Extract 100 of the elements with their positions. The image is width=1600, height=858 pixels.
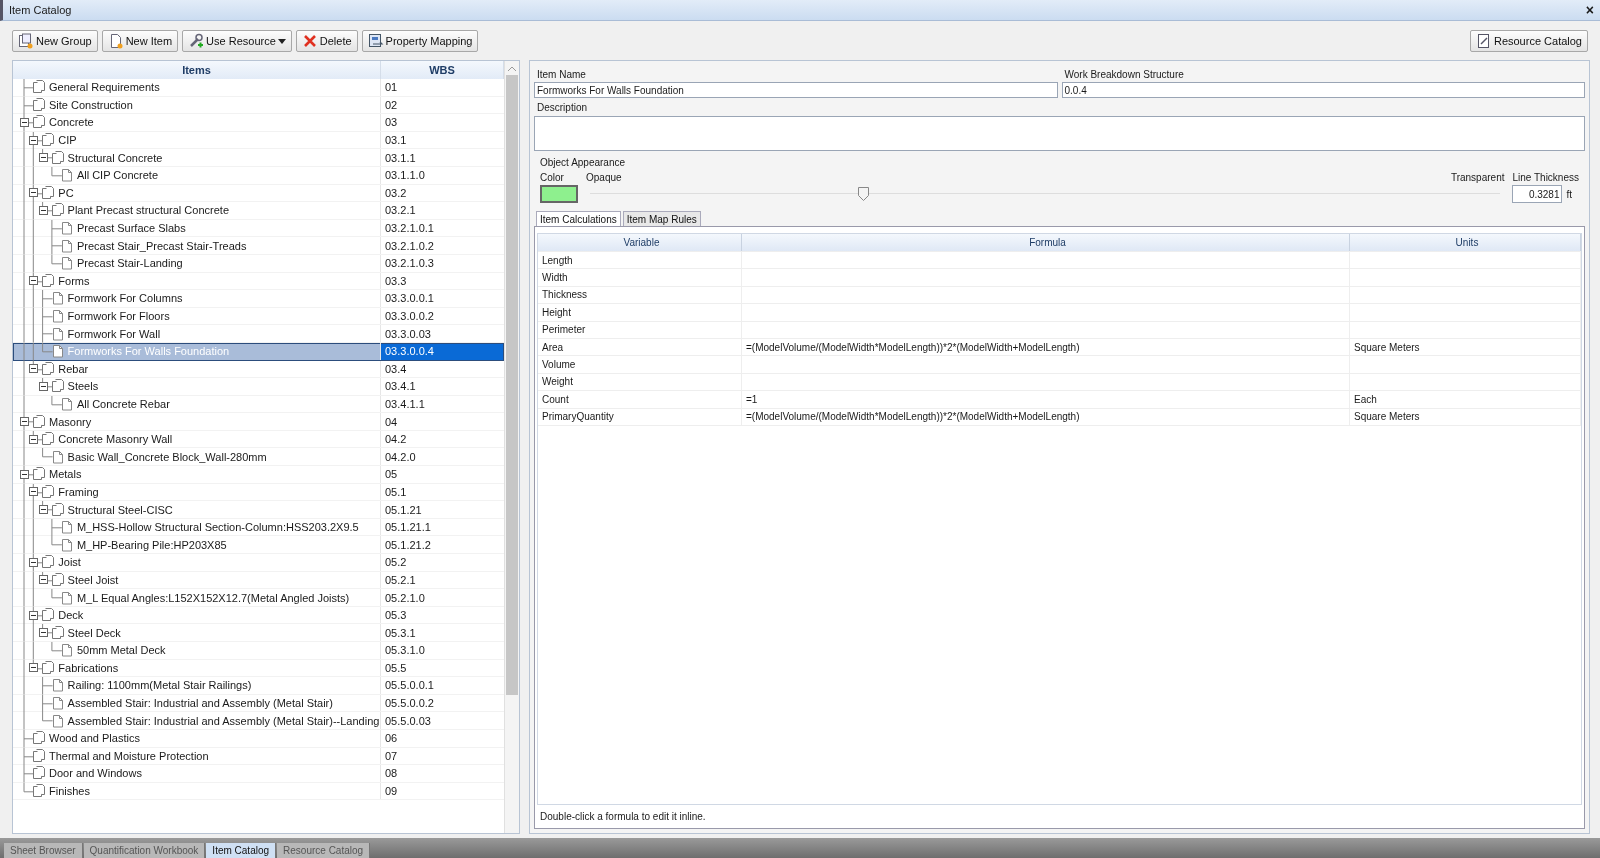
resource-catalog-button[interactable]: Resource Catalog xyxy=(1469,30,1588,52)
tree-row[interactable]: Basic Wall_Concrete Block_Wall-280mm 04.2.0 xyxy=(13,448,504,467)
tree-row[interactable]: Metals 05 xyxy=(13,466,504,484)
tree-row[interactable]: Plant Precast structural Concrete 03.2.1 xyxy=(13,202,504,220)
tree-row[interactable]: Concrete 03 xyxy=(13,114,504,132)
wbs-field[interactable]: 0.0.4 xyxy=(1061,82,1585,98)
collapse-toggle[interactable] xyxy=(29,487,39,497)
tree-row[interactable]: Rebar 03.4 xyxy=(13,360,504,379)
tree-row[interactable]: Framing 05.1 xyxy=(13,483,504,502)
tree-row[interactable]: Assembled Stair: Industrial and Assembly (Metal Stair)--Landing 05.5.0.03 xyxy=(13,712,504,730)
bottom-tab[interactable]: Sheet Browser xyxy=(4,843,83,858)
bottom-tab[interactable]: Quantification Workbook xyxy=(83,843,206,858)
description-field[interactable] xyxy=(534,116,1585,151)
collapse-toggle[interactable] xyxy=(29,557,39,567)
tree-row[interactable]: Forms 03.3 xyxy=(13,272,504,291)
collapse-toggle[interactable] xyxy=(38,381,48,391)
bottom-tab[interactable]: Resource Catalog xyxy=(277,843,371,858)
tree-item-label: Precast Stair-Landing xyxy=(76,257,183,270)
tree-row[interactable]: Deck 05.3 xyxy=(13,606,504,625)
collapse-toggle[interactable] xyxy=(38,505,48,515)
slider-thumb[interactable] xyxy=(858,187,870,201)
wbs-code: 05.3.1 xyxy=(384,625,417,641)
line-thickness-field[interactable]: 0.3281 xyxy=(1512,185,1563,203)
documents-icon xyxy=(50,150,65,165)
tree-row[interactable]: Fabrications 05.5 xyxy=(13,659,504,678)
tree-row[interactable]: Masonry 04 xyxy=(13,413,504,431)
document-icon xyxy=(50,291,65,306)
tree-item-label: Finishes xyxy=(49,785,90,798)
toolbar-button[interactable]: Property Mapping xyxy=(361,30,479,52)
collapse-toggle[interactable] xyxy=(29,135,39,145)
collapse-toggle[interactable] xyxy=(38,153,48,163)
tree-row[interactable]: Wood and Plastics 06 xyxy=(13,729,504,748)
tree-row[interactable]: General Requirements 01 xyxy=(13,79,504,97)
tab[interactable]: Item Map Rules xyxy=(622,211,701,227)
table-cell: =1 xyxy=(746,393,758,405)
tree-item-label: Forms xyxy=(58,274,90,287)
tree-row[interactable]: M_L Equal Angles:L152X152X12.7(Metal Angled Joists) 05.2.1.0 xyxy=(13,589,504,607)
wbs-code: 03.2.1.0.2 xyxy=(384,238,435,254)
table-cell: Weight xyxy=(542,376,573,388)
color-swatch[interactable] xyxy=(540,185,578,203)
tree-row[interactable]: Site Construction 02 xyxy=(13,96,504,115)
tree-row[interactable]: Joist 05.2 xyxy=(13,554,504,572)
wbs-code: 05.1.21.2 xyxy=(384,537,432,553)
scrollbar[interactable] xyxy=(504,61,519,833)
collapse-toggle[interactable] xyxy=(29,188,39,198)
table-cell: Volume xyxy=(542,359,576,371)
tree-row[interactable]: M_HSS-Hollow Structural Section-Column:HSS203.2X9.5 05.1.21.1 xyxy=(13,518,504,537)
field-label: Description xyxy=(536,101,589,115)
tree-row[interactable]: 50mm Metal Deck 05.3.1.0 xyxy=(13,642,504,660)
toolbar-button[interactable]: Delete xyxy=(295,30,358,52)
collapse-toggle[interactable] xyxy=(29,434,39,444)
wbs-code: 05.1 xyxy=(384,484,408,500)
documents-icon xyxy=(32,414,46,429)
bottom-tab[interactable]: Item Catalog xyxy=(206,843,277,858)
item-name-field[interactable]: Formworks For Walls Foundation xyxy=(534,82,1058,98)
tree-row[interactable]: PC 03.2 xyxy=(13,184,504,203)
collapse-toggle[interactable] xyxy=(29,364,39,374)
tree-row[interactable]: CIP 03.1 xyxy=(13,131,504,150)
tree-row[interactable]: Concrete Masonry Wall 04.2 xyxy=(13,430,504,449)
collapse-toggle[interactable] xyxy=(29,663,39,673)
collapse-toggle[interactable] xyxy=(38,628,48,638)
tab[interactable]: Item Calculations xyxy=(536,211,621,227)
tree-item-label: Formwork For Floors xyxy=(67,310,170,322)
tree-row[interactable]: Thermal and Moisture Protection 07 xyxy=(13,747,504,766)
tree-row[interactable]: All Concrete Rebar 03.4.1.1 xyxy=(13,395,504,414)
toolbar-button[interactable]: New Item xyxy=(101,30,179,52)
collapse-toggle[interactable] xyxy=(20,469,29,479)
tree-row[interactable]: Structural Concrete 03.1.1 xyxy=(13,149,504,167)
column-header[interactable]: Variable xyxy=(538,234,742,251)
column-header[interactable]: Items xyxy=(13,61,381,79)
tree-row[interactable]: Precast Stair-Landing 03.2.1.0.3 xyxy=(13,254,504,273)
close-button[interactable]: × xyxy=(1585,3,1594,17)
tree-row[interactable]: Finishes 09 xyxy=(13,782,504,801)
tree-row[interactable]: M_HP-Bearing Pile:HP203X85 05.1.21.2 xyxy=(13,536,504,555)
toolbar-button[interactable]: New Group xyxy=(12,30,98,52)
tree-row[interactable]: Door and Windows 08 xyxy=(13,765,504,783)
collapse-toggle[interactable] xyxy=(29,610,39,620)
collapse-toggle[interactable] xyxy=(20,118,29,127)
tree-row[interactable]: Precast Stair_Precast Stair-Treads 03.2.1.0.2 xyxy=(13,237,504,255)
tree-row[interactable]: Steels 03.4.1 xyxy=(13,378,504,396)
document-icon xyxy=(59,537,74,552)
collapse-toggle[interactable] xyxy=(38,205,48,215)
tree-row[interactable]: Structural Steel-CISC 05.1.21 xyxy=(13,501,504,519)
collapse-toggle[interactable] xyxy=(29,276,39,286)
collapse-toggle[interactable] xyxy=(20,417,29,427)
tree-row[interactable]: Steel Deck 05.3.1 xyxy=(13,624,504,642)
tree-row[interactable]: Steel Joist 05.2.1 xyxy=(13,571,504,590)
tree-row[interactable]: Assembled Stair: Industrial and Assembly (Metal Stair) 05.5.0.0.2 xyxy=(13,694,504,713)
tree-item-label: M_L Equal Angles:L152X152X12.7(Metal Angled Joists) xyxy=(76,591,350,604)
scroll-up-icon[interactable] xyxy=(508,65,516,71)
collapse-toggle[interactable] xyxy=(38,575,48,585)
tree-row[interactable]: Railing: 1100mm(Metal Stair Railings) 05.5.0.0.1 xyxy=(13,677,504,695)
toolbar-button[interactable]: Use Resource xyxy=(182,30,292,52)
tree-row[interactable]: All CIP Concrete 03.1.1.0 xyxy=(13,166,504,185)
tree-row[interactable]: Precast Surface Slabs 03.2.1.0.1 xyxy=(13,219,504,238)
tree-row[interactable]: Formwork For Floors 03.3.0.0.2 xyxy=(13,307,504,326)
column-header[interactable]: Formula xyxy=(742,234,1350,251)
column-header[interactable]: Units xyxy=(1350,234,1581,251)
tree-row[interactable]: Formwork For Wall 03.3.0.03 xyxy=(13,325,504,343)
tree-row[interactable]: Formwork For Columns 03.3.0.0.1 xyxy=(13,290,504,308)
